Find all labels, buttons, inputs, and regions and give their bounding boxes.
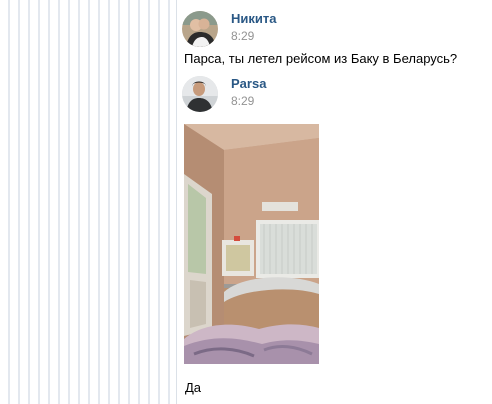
photo-attachment[interactable] — [184, 124, 319, 364]
message-time[interactable]: 8:29 — [231, 94, 254, 108]
avatar[interactable] — [182, 11, 218, 47]
message-time[interactable]: 8:29 — [231, 29, 254, 43]
message-text: Да — [185, 380, 202, 395]
avatar[interactable] — [182, 76, 218, 112]
message-text: Парса, ты летел рейсом из Баку в Беларус… — [184, 51, 458, 66]
message-author[interactable]: Parsa — [231, 76, 266, 91]
left-striped-panel — [0, 0, 176, 404]
message-author[interactable]: Никита — [231, 11, 276, 26]
